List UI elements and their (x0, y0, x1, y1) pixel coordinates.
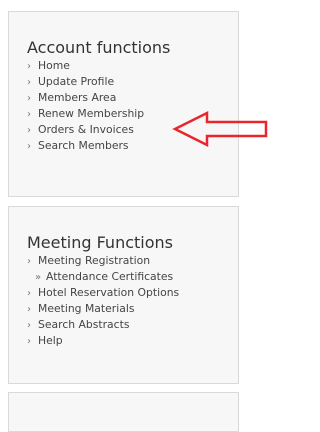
menu-item-members-area[interactable]: › Members Area (27, 90, 144, 106)
menu-item-home[interactable]: › Home (27, 58, 144, 74)
menu-item-label: Hotel Reservation Options (38, 286, 180, 299)
menu-item-orders-invoices[interactable]: › Orders & Invoices (27, 122, 144, 138)
left-arrow-icon (172, 110, 268, 148)
meeting-functions-menu: › Meeting Registration » Attendance Certif… (27, 253, 179, 349)
chevron-right-icon: › (27, 61, 31, 72)
account-functions-title: Account functions (27, 38, 171, 57)
chevron-right-icon: › (27, 304, 31, 315)
menu-item-attendance-certificates[interactable]: » Attendance Certificates (27, 269, 179, 285)
menu-item-label: Renew Membership (38, 107, 145, 120)
menu-item-label: Search Members (38, 139, 129, 152)
meeting-functions-panel: Meeting Functions › Meeting Registration … (8, 206, 239, 384)
meeting-functions-title: Meeting Functions (27, 233, 173, 252)
chevron-right-icon: › (27, 77, 31, 88)
chevron-right-icon: › (27, 288, 31, 299)
menu-item-hotel-reservation-options[interactable]: › Hotel Reservation Options (27, 285, 179, 301)
menu-item-label: Home (38, 59, 70, 72)
chevron-right-icon: › (27, 93, 31, 104)
menu-item-search-members[interactable]: › Search Members (27, 138, 144, 154)
chevron-right-icon: › (27, 336, 31, 347)
account-functions-panel: Account functions › Home › Update Profile … (8, 11, 239, 197)
chevron-right-icon: › (27, 109, 31, 120)
menu-item-label: Update Profile (38, 75, 115, 88)
menu-item-label: Orders & Invoices (38, 123, 134, 136)
account-functions-menu: › Home › Update Profile › Members Area › Ren… (27, 58, 144, 154)
chevron-right-icon: › (27, 320, 31, 331)
menu-item-label: Meeting Registration (38, 254, 151, 267)
menu-item-update-profile[interactable]: › Update Profile (27, 74, 144, 90)
chevron-right-icon: › (27, 125, 31, 136)
menu-item-label: Meeting Materials (38, 302, 135, 315)
double-chevron-right-icon: » (35, 272, 42, 283)
menu-item-label: Members Area (38, 91, 117, 104)
menu-item-renew-membership[interactable]: › Renew Membership (27, 106, 144, 122)
next-panel (8, 392, 239, 432)
menu-item-label: Attendance Certificates (46, 270, 174, 283)
chevron-right-icon: › (27, 256, 31, 267)
menu-item-meeting-materials[interactable]: › Meeting Materials (27, 301, 179, 317)
menu-item-search-abstracts[interactable]: › Search Abstracts (27, 317, 179, 333)
menu-item-label: Search Abstracts (38, 318, 130, 331)
chevron-right-icon: › (27, 141, 31, 152)
menu-item-meeting-registration[interactable]: › Meeting Registration (27, 253, 179, 269)
menu-item-help[interactable]: › Help (27, 333, 179, 349)
menu-item-label: Help (38, 334, 63, 347)
